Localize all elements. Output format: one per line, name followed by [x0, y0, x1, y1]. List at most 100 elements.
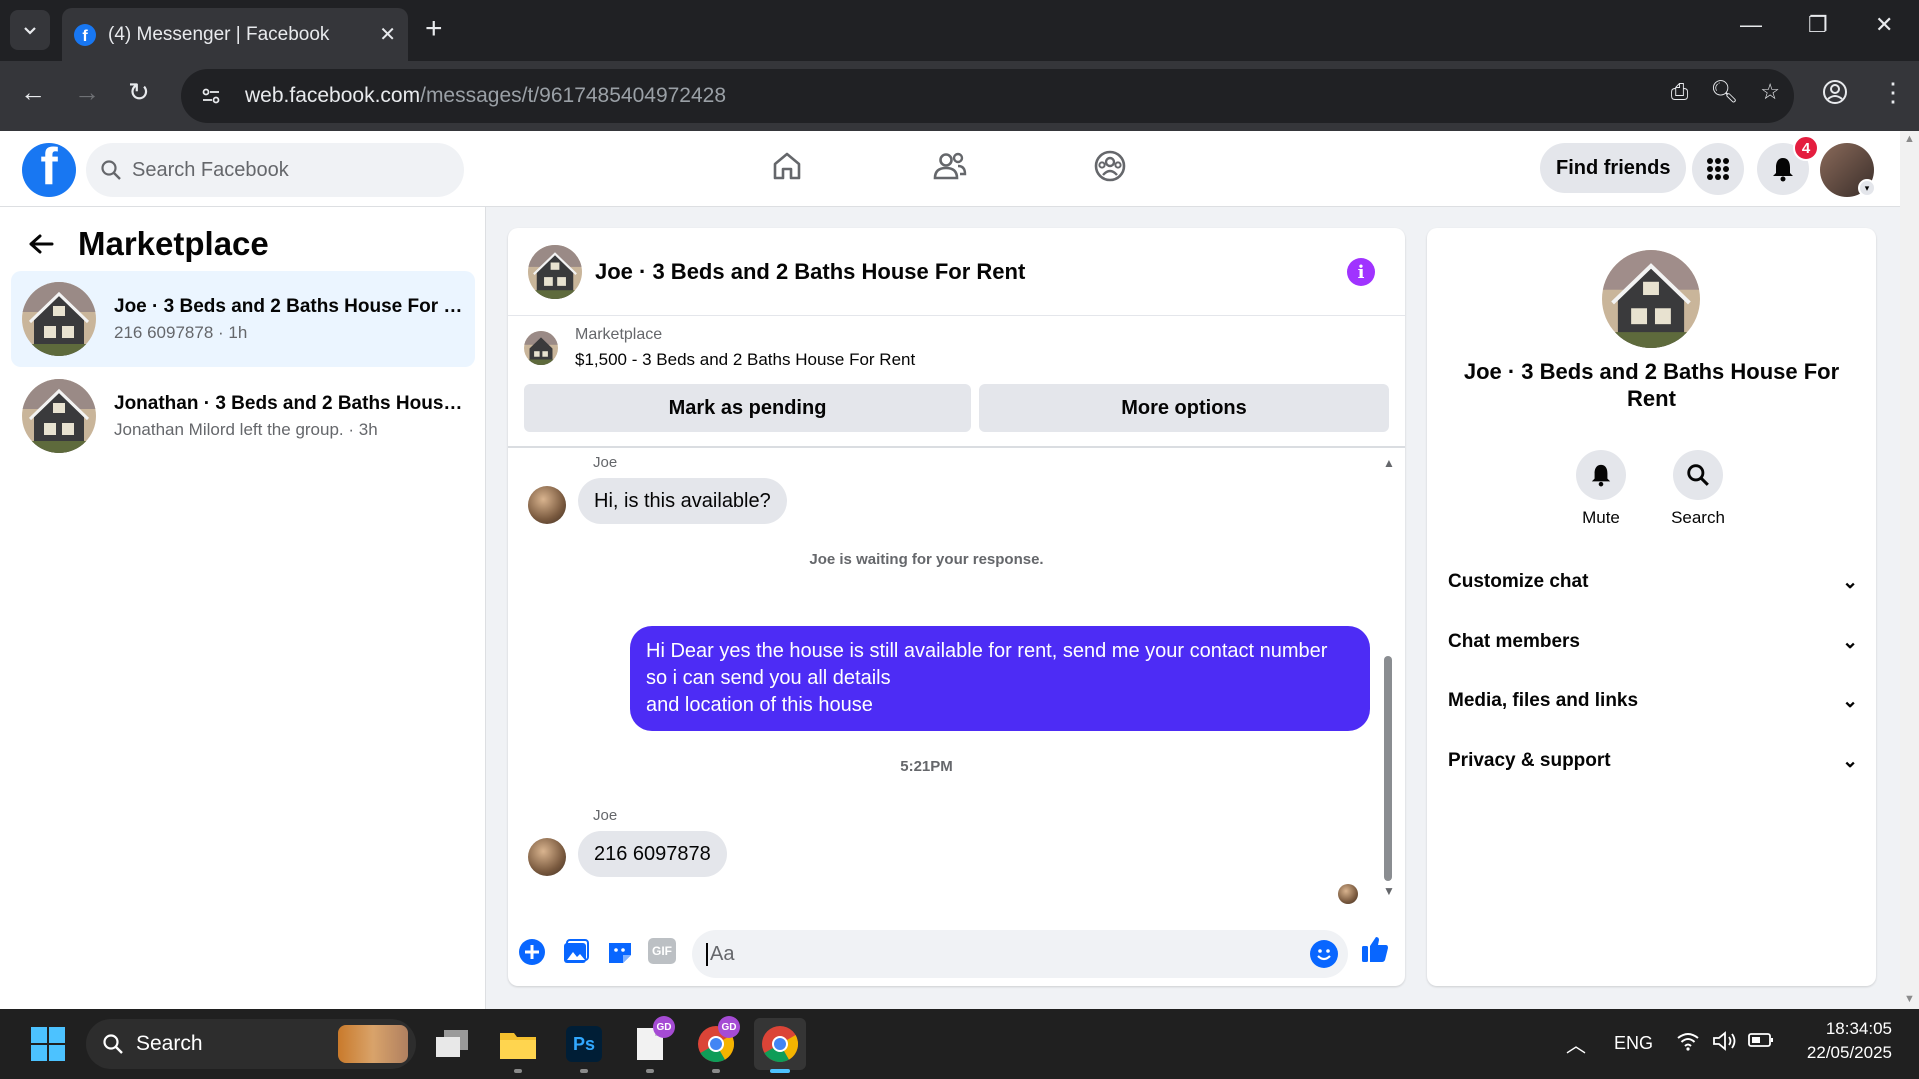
- house-avatar: [22, 379, 96, 453]
- add-plus-icon[interactable]: [518, 938, 546, 966]
- zoom-icon[interactable]: 🔍︎: [1710, 79, 1738, 105]
- forward-icon[interactable]: →: [74, 77, 100, 108]
- conversation-preview: 216 6097878 · 1h: [114, 322, 248, 342]
- more-options-button[interactable]: More options: [979, 384, 1389, 432]
- clock[interactable]: 18:34:05 22/05/2025: [1798, 1019, 1892, 1063]
- running-indicator: [514, 1069, 522, 1073]
- reload-icon[interactable]: ↻: [128, 77, 150, 108]
- tray-overflow-chevron-icon[interactable]: ︿: [1566, 1029, 1586, 1058]
- browser-tab-active[interactable]: f (4) Messenger | Facebook ✕: [62, 8, 408, 61]
- listing-title: $1,500 - 3 Beds and 2 Baths House For Re…: [575, 350, 916, 369]
- windows-start-icon[interactable]: [26, 1022, 70, 1066]
- browser-tab-bar: f (4) Messenger | Facebook ✕ + — ❐ ✕: [0, 0, 1919, 61]
- home-icon[interactable]: [770, 149, 804, 183]
- incoming-message-bubble[interactable]: Hi, is this available?: [578, 478, 787, 524]
- search-icon: [103, 1034, 123, 1054]
- language-indicator[interactable]: ENG: [1614, 1033, 1653, 1054]
- profile-badge: GD: [718, 1016, 740, 1038]
- info-icon[interactable]: i: [1347, 258, 1375, 286]
- sticker-icon[interactable]: [606, 938, 634, 966]
- chat-header: Joe · 3 Beds and 2 Baths House For Rent …: [508, 228, 1405, 316]
- task-view-icon[interactable]: [430, 1022, 474, 1066]
- file-explorer-icon[interactable]: [496, 1022, 540, 1066]
- chat-info-panel: Joe · 3 Beds and 2 Baths House For Rent …: [1427, 228, 1876, 986]
- profile-badge: GD: [653, 1016, 675, 1038]
- bookmark-star-icon[interactable]: ☆: [1760, 79, 1780, 105]
- section-customize-chat[interactable]: Customize chat ⌄: [1448, 562, 1858, 602]
- message-input[interactable]: Aa: [692, 930, 1348, 978]
- site-info-icon[interactable]: [191, 76, 231, 116]
- friends-icon[interactable]: [932, 149, 968, 183]
- section-privacy-support[interactable]: Privacy & support ⌄: [1448, 741, 1858, 781]
- emoji-icon[interactable]: [1310, 940, 1338, 968]
- volume-icon[interactable]: [1712, 1030, 1738, 1057]
- sender-avatar[interactable]: [528, 486, 566, 524]
- seen-indicator-avatar: [1338, 884, 1358, 904]
- message-composer: GIF Aa: [508, 920, 1405, 986]
- taskbar-search[interactable]: Search: [86, 1019, 416, 1069]
- conversation-name: Joe · 3 Beds and 2 Baths House For Rent: [114, 295, 464, 317]
- facebook-header: f Search Facebook Find friends ▾: [0, 131, 1900, 207]
- grid-menu-icon: [1707, 158, 1729, 180]
- groups-icon[interactable]: [1093, 149, 1127, 183]
- conversation-item-joe[interactable]: Joe · 3 Beds and 2 Baths House For Rent …: [11, 271, 475, 367]
- profile-icon[interactable]: [1822, 79, 1848, 112]
- chat-scrollbar-thumb[interactable]: [1384, 656, 1392, 881]
- incoming-message-bubble[interactable]: 216 6097878: [578, 831, 727, 877]
- profile-house-avatar[interactable]: [1602, 250, 1700, 348]
- back-arrow-icon[interactable]: [28, 233, 54, 255]
- page-scroll-down-icon[interactable]: ▼: [1904, 993, 1915, 1005]
- mark-as-pending-button[interactable]: Mark as pending: [524, 384, 971, 432]
- address-bar[interactable]: web.facebook.com/messages/t/961748540497…: [181, 69, 1794, 123]
- back-icon[interactable]: ←: [20, 77, 46, 108]
- mute-button[interactable]: Mute: [1561, 450, 1641, 528]
- chrome-active-icon[interactable]: [754, 1018, 806, 1070]
- search-in-chat-button[interactable]: Search: [1658, 450, 1738, 528]
- account-chevron-icon[interactable]: ▾: [1858, 179, 1876, 197]
- windows-taskbar: Search Ps GD GD ︿ ENG 18:34:05 22/05/202…: [0, 1009, 1919, 1079]
- photoshop-icon[interactable]: Ps: [562, 1022, 606, 1066]
- outgoing-message-bubble[interactable]: Hi Dear yes the house is still available…: [630, 626, 1370, 731]
- search-icon: [1687, 464, 1709, 486]
- window-close-icon[interactable]: ✕: [1875, 12, 1893, 38]
- browser-toolbar: ← → ↻ web.facebook.com/messages/t/961748…: [0, 61, 1919, 131]
- section-chat-members[interactable]: Chat members ⌄: [1448, 622, 1858, 662]
- facebook-search-input[interactable]: Search Facebook: [86, 143, 464, 197]
- thumbs-up-icon[interactable]: [1360, 934, 1390, 964]
- section-label: Chat members: [1448, 631, 1580, 652]
- restore-icon[interactable]: ❐: [1808, 12, 1828, 38]
- chat-house-avatar[interactable]: [528, 244, 582, 299]
- conversation-preview: Jonathan Milord left the group. · 3h: [114, 419, 378, 439]
- url-path: /messages/t/9617485404972428: [420, 84, 727, 107]
- sender-avatar[interactable]: [528, 838, 566, 876]
- find-friends-button[interactable]: Find friends: [1540, 143, 1687, 193]
- message-input-placeholder: Aa: [706, 942, 734, 966]
- chevron-down-icon: ⌄: [1842, 750, 1858, 772]
- scroll-down-arrow-icon[interactable]: ▼: [1383, 884, 1395, 898]
- chevron-down-icon: ⌄: [1842, 571, 1858, 593]
- message-timestamp: 5:21PM: [900, 758, 953, 775]
- minimize-icon[interactable]: —: [1740, 12, 1762, 38]
- menu-grid-button[interactable]: [1692, 143, 1744, 195]
- install-app-icon[interactable]: ⎙: [1671, 79, 1689, 105]
- section-media-files-links[interactable]: Media, files and links ⌄: [1448, 681, 1858, 721]
- facebook-logo-icon[interactable]: f: [22, 143, 76, 197]
- clock-date: 22/05/2025: [1806, 1043, 1892, 1062]
- chat-title[interactable]: Joe · 3 Beds and 2 Baths House For Rent: [595, 259, 1025, 285]
- conversation-sidebar: Marketplace Joe · 3 Beds and 2 Baths Hou…: [0, 207, 486, 1009]
- browser-menu-icon[interactable]: ⋮: [1880, 77, 1906, 108]
- clock-time: 18:34:05: [1825, 1019, 1892, 1038]
- page-scroll-up-icon[interactable]: ▲: [1904, 133, 1915, 145]
- new-tab-button[interactable]: +: [425, 12, 443, 46]
- marketplace-listing[interactable]: Marketplace $1,500 - 3 Beds and 2 Baths …: [524, 326, 915, 370]
- tab-search-button[interactable]: [10, 10, 50, 50]
- photo-icon[interactable]: [562, 938, 590, 966]
- scroll-up-arrow-icon[interactable]: ▲: [1383, 456, 1395, 470]
- battery-icon[interactable]: [1748, 1032, 1774, 1053]
- running-indicator: [646, 1069, 654, 1073]
- page-scrollbar[interactable]: ▲ ▼: [1900, 131, 1919, 1009]
- conversation-item-jonathan[interactable]: Jonathan · 3 Beds and 2 Baths House For …: [11, 368, 475, 464]
- gif-icon[interactable]: GIF: [648, 938, 676, 964]
- wifi-icon[interactable]: [1676, 1031, 1700, 1056]
- tab-close-icon[interactable]: ✕: [379, 22, 396, 47]
